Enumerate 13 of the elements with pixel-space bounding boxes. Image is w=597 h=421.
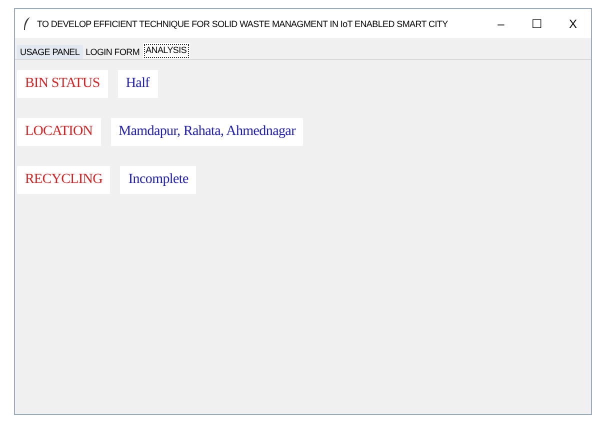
field-value: Half (118, 70, 158, 98)
minimize-button[interactable]: – (483, 16, 519, 30)
tab[interactable]: ANALYSIS (142, 43, 190, 59)
field-value: Mamdapur, Rahata, Ahmednagar (110, 118, 304, 146)
close-button[interactable]: X (555, 16, 591, 30)
field-label: BIN STATUS (17, 70, 108, 98)
tab[interactable]: USAGE PANEL (17, 45, 83, 59)
field-label: LOCATION (17, 118, 101, 146)
window-title: TO DEVELOP EFFICIENT TECHNIQUE FOR SOLID WASTE MANAGMENT IN IoT ENABLED SMART CITY (37, 18, 449, 28)
maximize-button[interactable]: ☐ (519, 16, 555, 30)
field-value: Incomplete (120, 166, 196, 194)
feather-icon (23, 16, 31, 30)
field-label: RECYCLING (17, 166, 110, 194)
